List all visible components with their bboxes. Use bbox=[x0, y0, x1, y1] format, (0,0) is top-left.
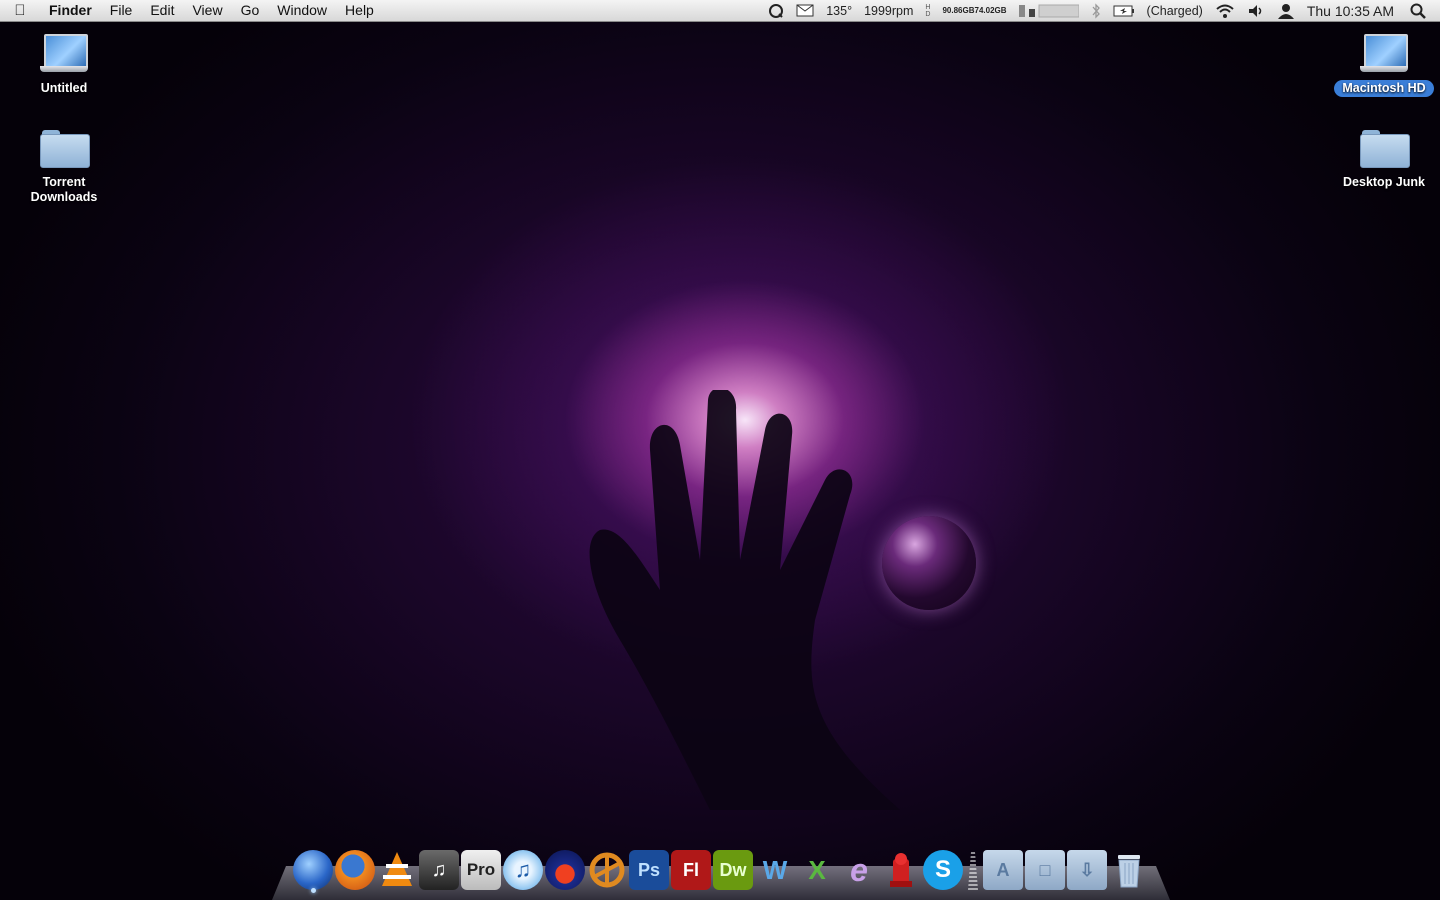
user-icon[interactable] bbox=[1271, 3, 1301, 19]
quicksilver-icon[interactable] bbox=[762, 3, 790, 19]
disk-free-2: 74.02GB bbox=[974, 5, 1007, 15]
trash-icon[interactable] bbox=[1109, 850, 1149, 890]
desktop-icon-torrent-downloads[interactable]: Torrent Downloads bbox=[4, 128, 124, 206]
disk-free-readout[interactable]: 90.86GB 74.02GB bbox=[936, 5, 1012, 15]
desktop-icon-untitled[interactable]: Untitled bbox=[4, 34, 124, 97]
finder-icon[interactable] bbox=[293, 850, 333, 890]
disk-indicator-icon: HD bbox=[925, 3, 931, 18]
firefox-icon[interactable] bbox=[335, 850, 375, 890]
excel-icon[interactable]: X bbox=[797, 850, 837, 890]
desktop-icon-desktop-junk[interactable]: Desktop Junk bbox=[1324, 128, 1440, 191]
laptop-drive-icon bbox=[40, 34, 88, 74]
dreamweaver-icon[interactable]: Dw bbox=[713, 850, 753, 890]
dock-separator bbox=[968, 852, 978, 890]
wallpaper-hand-silhouette bbox=[589, 390, 900, 810]
final-cut-pro-icon[interactable]: Pro bbox=[461, 850, 501, 890]
vlc-icon[interactable] bbox=[377, 850, 417, 890]
spotlight-search-icon[interactable] bbox=[1404, 3, 1440, 19]
battery-icon[interactable] bbox=[1107, 5, 1141, 17]
battery-status[interactable]: (Charged) bbox=[1141, 4, 1209, 18]
menu-go[interactable]: Go bbox=[232, 0, 269, 21]
menu-bar:  Finder File Edit View Go Window Help 1… bbox=[0, 0, 1440, 22]
dock: ♫ Pro ♫ Ps Fl Dw W X e S A □ ⇩ bbox=[292, 844, 1150, 890]
bluetooth-icon[interactable] bbox=[1085, 2, 1107, 19]
desktop-icon-macintosh-hd[interactable]: Macintosh HD bbox=[1324, 34, 1440, 97]
disk-free-1: 90.86GB bbox=[942, 5, 975, 15]
propellerhead-icon[interactable] bbox=[587, 850, 627, 890]
menu-edit[interactable]: Edit bbox=[141, 0, 183, 21]
desktop-icon-label: Torrent Downloads bbox=[30, 175, 98, 204]
word-icon[interactable]: W bbox=[755, 850, 795, 890]
running-indicator bbox=[311, 888, 316, 893]
clock[interactable]: Thu 10:35 AM bbox=[1301, 3, 1404, 19]
folder-icon bbox=[40, 128, 90, 168]
fire-alarm-icon[interactable] bbox=[881, 850, 921, 890]
audacity-icon[interactable] bbox=[545, 850, 585, 890]
volume-icon[interactable] bbox=[1241, 3, 1271, 19]
folder-icon bbox=[1360, 128, 1410, 168]
flash-icon[interactable]: Fl bbox=[671, 850, 711, 890]
memory-cpu-meter-icon[interactable] bbox=[1013, 3, 1085, 19]
skype-icon[interactable]: S bbox=[923, 850, 963, 890]
mail-icon[interactable] bbox=[790, 4, 820, 17]
menu-finder[interactable]: Finder bbox=[40, 0, 101, 21]
documents-stack-icon[interactable]: □ bbox=[1025, 850, 1065, 890]
desktop-icon-label: Macintosh HD bbox=[1334, 80, 1434, 97]
menu-file[interactable]: File bbox=[101, 0, 142, 21]
photoshop-icon[interactable]: Ps bbox=[629, 850, 669, 890]
wallpaper-planet bbox=[882, 516, 976, 610]
menu-view[interactable]: View bbox=[183, 0, 231, 21]
temperature-readout[interactable]: 135° bbox=[820, 4, 858, 18]
downloads-stack-icon[interactable]: ⇩ bbox=[1067, 850, 1107, 890]
desktop-icon-label: Untitled bbox=[40, 81, 88, 95]
menu-help[interactable]: Help bbox=[336, 0, 383, 21]
fan-speed-readout[interactable]: 1999rpm bbox=[858, 4, 919, 18]
entourage-icon[interactable]: e bbox=[839, 850, 879, 890]
apple-icon[interactable]:  bbox=[0, 2, 40, 19]
itunes-alt-icon[interactable]: ♫ bbox=[419, 850, 459, 890]
desktop-icon-label: Desktop Junk bbox=[1343, 175, 1425, 189]
applications-stack-icon[interactable]: A bbox=[983, 850, 1023, 890]
laptop-drive-icon bbox=[1360, 34, 1408, 74]
itunes-icon[interactable]: ♫ bbox=[503, 850, 543, 890]
menu-window[interactable]: Window bbox=[268, 0, 336, 21]
wifi-icon[interactable] bbox=[1209, 3, 1241, 19]
